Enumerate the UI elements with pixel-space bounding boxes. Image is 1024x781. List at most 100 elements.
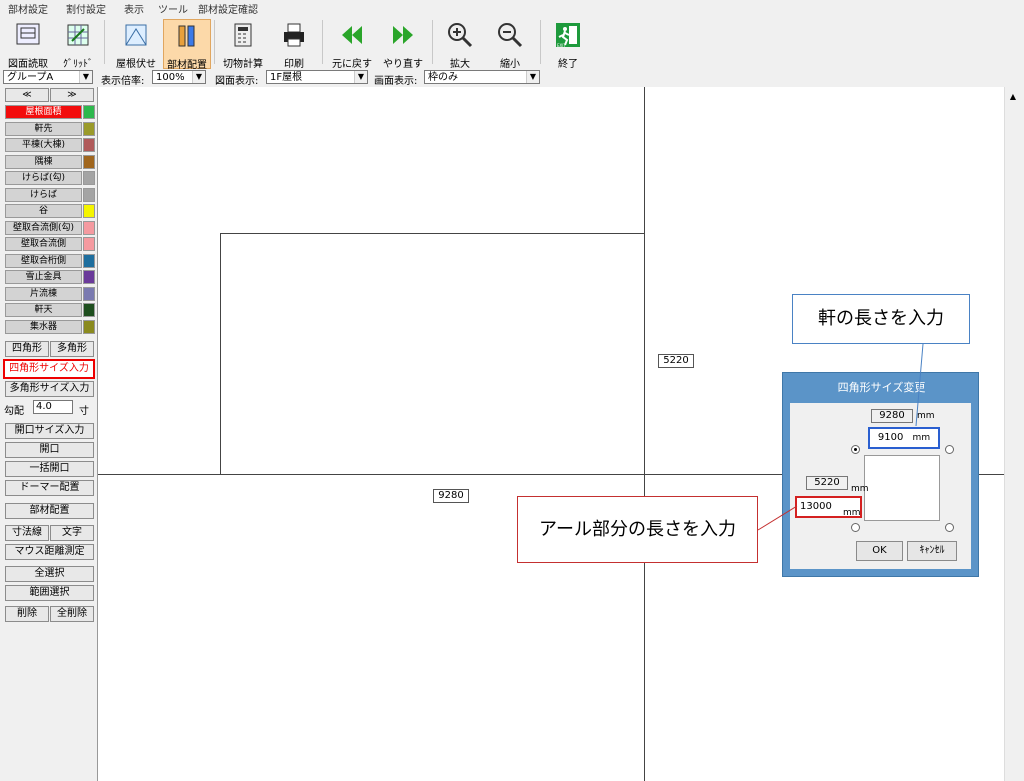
mouse-measure-button[interactable]: マウス距離測定 [5,544,94,560]
layer-item[interactable]: 屋根面積 [5,105,82,119]
layer-item[interactable]: 壁取合桁側 [5,253,82,268]
drawing-select[interactable]: 1F屋根 ▼ [266,70,368,84]
roof-plan-button[interactable]: 屋根伏せ [112,19,160,70]
scale-label: 表示倍率: [101,76,145,87]
radio-top-left[interactable] [851,445,860,454]
eave-length-input[interactable]: 9100 mm [868,427,940,449]
square-button[interactable]: 四角形 [5,341,49,357]
shape-preview [864,455,940,521]
member-place-panel-button[interactable]: 部材配置 [5,503,94,519]
prev-page-button[interactable]: ≪ [5,88,49,102]
arc-length-unit: mm [843,508,861,518]
dimension-label-right[interactable]: 5220 [658,354,694,368]
eave-length-unit: mm [912,433,931,443]
text-button[interactable]: 文字 [50,525,94,541]
square-size-input-button[interactable]: 四角形サイズ入力 [3,359,95,379]
layer-color-swatch [83,105,95,119]
exit-sign-text: EXIT [557,43,566,48]
grid-icon [67,24,89,46]
range-select-button[interactable]: 範囲選択 [5,585,94,601]
opening-size-input-button[interactable]: 開口サイズ入力 [5,423,94,439]
bulk-opening-button[interactable]: 一括開口 [5,461,94,477]
layer-item[interactable]: けらば [5,187,82,202]
scale-select-value: 100% [156,72,185,83]
slope-label: 勾配 [4,406,24,417]
zoom-in-button[interactable]: 拡大 [440,19,480,70]
read-drawing-label: 図面読取 [8,59,48,70]
polygon-size-input-button[interactable]: 多角形サイズ入力 [5,381,94,397]
dialog-body: 9280 mm 9100 mm 5220 mm 13000 mm OK ｷｬﾝｾ… [790,403,971,569]
dimension-label-bottom[interactable]: 9280 [433,489,469,503]
zoom-out-button[interactable]: 縮小 [490,19,530,70]
grid-button[interactable]: ｸﾞﾘｯﾄﾞ [56,19,100,70]
scale-select[interactable]: 100% ▼ [152,70,206,84]
radio-bottom-right[interactable] [945,523,954,532]
ok-button[interactable]: OK [856,541,903,561]
layer-item[interactable]: 軒先 [5,121,82,136]
layer-color-swatch [83,220,95,235]
select-all-button[interactable]: 全選択 [5,566,94,582]
radio-top-right[interactable] [945,445,954,454]
vertical-scrollbar[interactable]: ▲ [1004,87,1022,781]
layer-color-swatch [83,121,95,136]
layer-item[interactable]: 壁取合流側(勾) [5,220,82,235]
dormer-place-button[interactable]: ドーマー配置 [5,480,94,496]
layer-item[interactable]: けらば(勾) [5,171,82,185]
layer-item[interactable]: 壁取合流側 [5,237,82,251]
delete-all-button[interactable]: 全削除 [50,606,94,622]
screen-select[interactable]: 枠のみ ▼ [424,70,540,84]
grid-line-vertical [644,87,645,781]
layer-color-swatch [83,154,95,169]
chevron-down-icon: ▼ [526,71,539,83]
member-place-button[interactable]: 部材配置 [163,19,211,71]
drawing-select-value: 1F屋根 [270,72,303,83]
menu-bar: 部材設定 割付設定 表示 ツール 部材設定確認 [0,0,1024,16]
print-button[interactable]: 印刷 [272,19,316,70]
layer-item[interactable]: 軒天 [5,303,82,317]
menu-item-view[interactable]: 表示 [124,1,144,16]
toolbar-separator [214,20,215,64]
eave-length-callout: 軒の長さを入力 [792,294,970,344]
redo-label: やり直す [383,59,423,70]
layer-item[interactable]: 平棟(大棟) [5,138,82,152]
toolbar-separator [104,20,105,64]
slope-unit: 寸 [79,406,89,417]
slope-input[interactable]: 4.0 [33,400,73,414]
undo-label: 元に戻す [332,59,372,70]
group-select[interactable]: グループA ▼ [3,70,93,84]
toolbar-separator [322,20,323,64]
menu-item-tools[interactable]: ツール [158,1,188,16]
cut-calc-button[interactable]: 切物計算 [218,19,268,70]
redo-button[interactable]: やり直す [380,19,426,70]
layer-color-swatch [83,319,95,334]
layer-item[interactable]: 谷 [5,204,82,218]
scroll-up-icon[interactable]: ▲ [1007,91,1019,103]
opening-button[interactable]: 開口 [5,442,94,458]
menu-item-member-check[interactable]: 部材設定確認 [198,1,258,16]
radio-bottom-left[interactable] [851,523,860,532]
read-drawing-button[interactable]: 図面読取 [4,19,52,70]
next-page-button[interactable]: ≫ [50,88,94,102]
menu-item-member-settings[interactable]: 部材設定 [8,1,48,16]
delete-button[interactable]: 削除 [5,606,49,622]
polygon-button[interactable]: 多角形 [50,341,94,357]
layer-item[interactable]: 片流棟 [5,286,82,301]
undo-button[interactable]: 元に戻す [328,19,376,70]
fast-forward-icon [393,26,413,44]
layer-color-swatch [83,138,95,152]
layer-color-swatch [83,303,95,317]
exit-icon: EXIT [556,23,580,48]
layer-item[interactable]: 隅棟 [5,154,82,169]
zoom-out-icon [498,23,523,48]
toolbar: 図面読取 ｸﾞﾘｯﾄﾞ 屋根伏せ 部材配置 切物計算 印刷 元に戻す やり直す … [0,16,1024,71]
exit-button[interactable]: EXIT 終了 [548,19,588,70]
cancel-button[interactable]: ｷｬﾝｾﾙ [907,541,957,561]
menu-item-layout-settings[interactable]: 割付設定 [66,1,106,16]
layer-item[interactable]: 雪止金具 [5,270,82,284]
layer-item[interactable]: 集水器 [5,319,82,334]
dimension-line-button[interactable]: 寸法線 [5,525,49,541]
calculator-icon [234,23,252,47]
toolbar-separator [540,20,541,64]
toolbar-separator [432,20,433,64]
rewind-icon [342,26,362,44]
